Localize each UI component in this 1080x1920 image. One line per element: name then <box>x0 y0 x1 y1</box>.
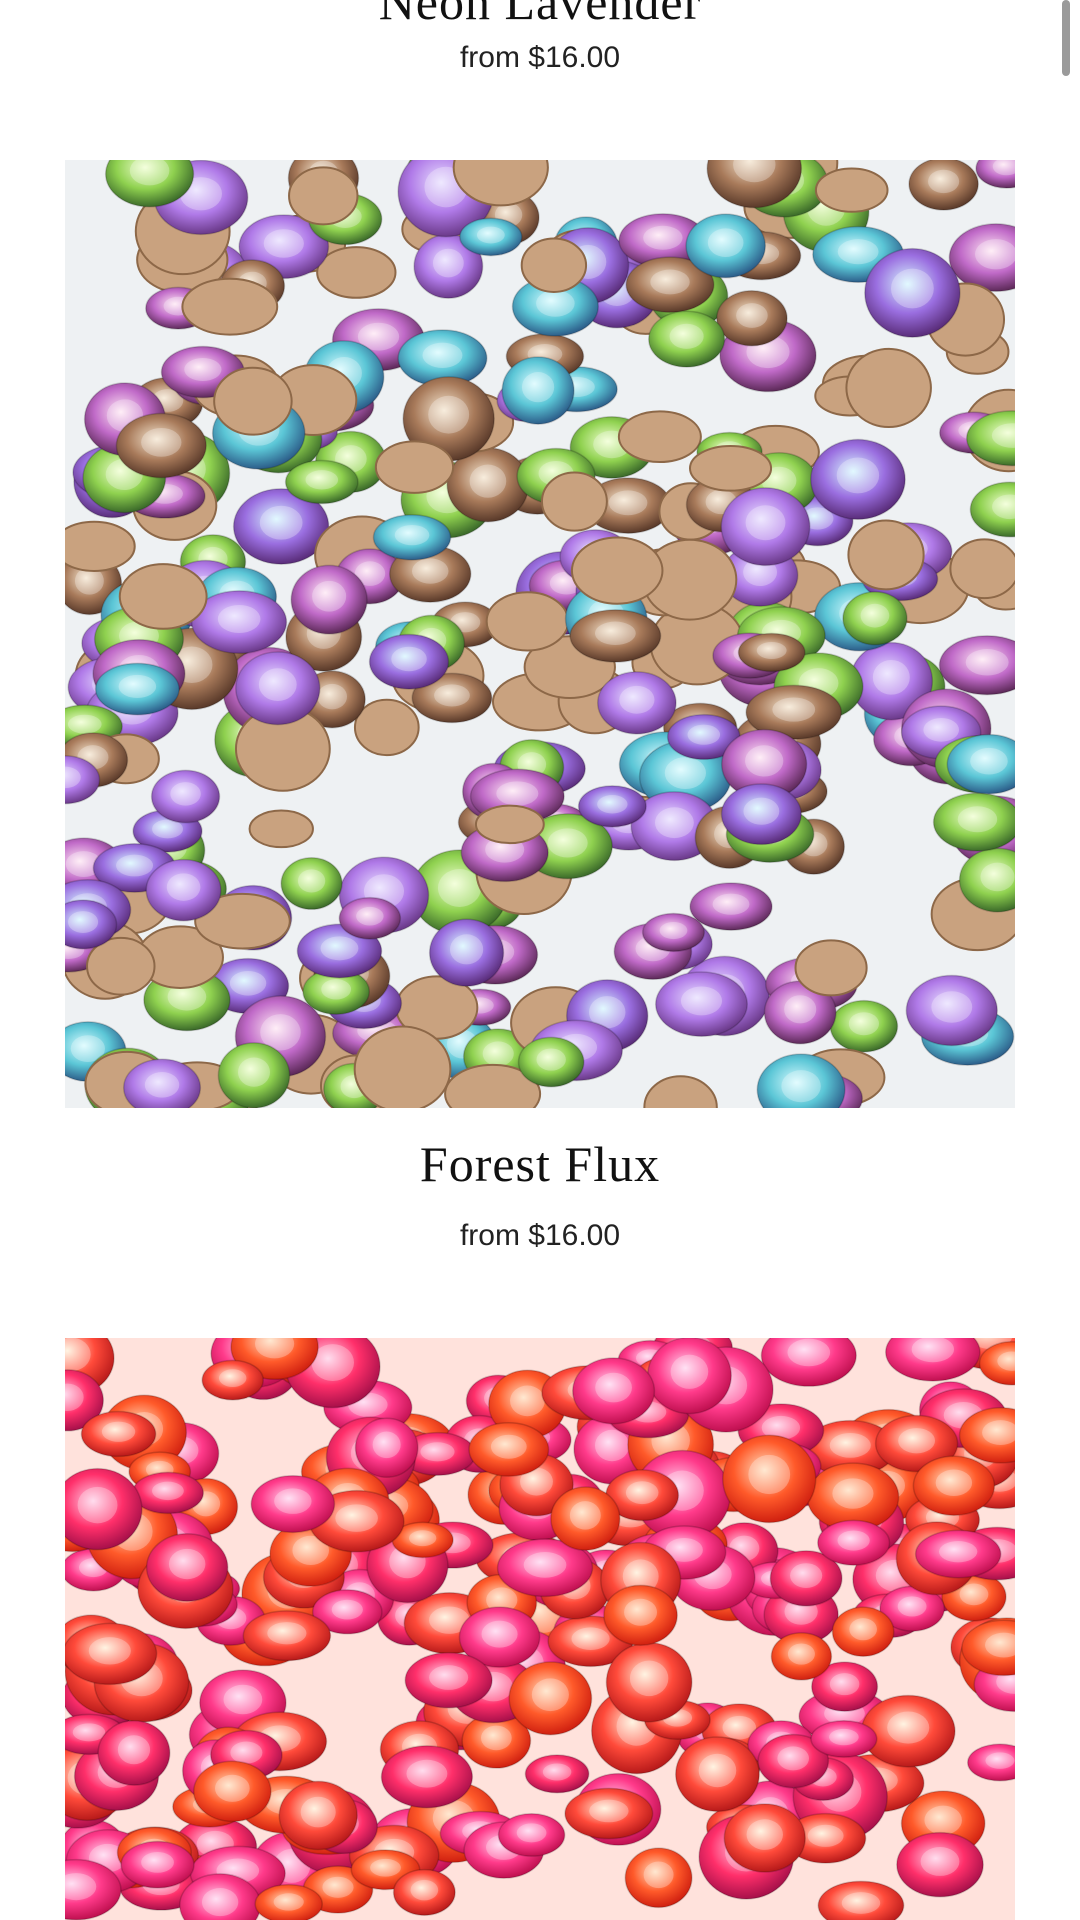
rhinestones-photo <box>65 160 1015 1108</box>
product-listing-page: Neon Lavender from $16.00 Forest Flux fr… <box>0 0 1080 1920</box>
scrollbar[interactable] <box>1062 0 1070 76</box>
product-card-forest-flux[interactable]: Forest Flux from $16.00 <box>0 1134 1080 1256</box>
rhinestones-photo <box>65 1338 1015 1920</box>
product-title[interactable]: Neon Lavender <box>0 0 1080 32</box>
product-price: from $16.00 <box>459 41 621 74</box>
product-title[interactable]: Forest Flux <box>0 1134 1080 1194</box>
product-price: from $16.00 <box>459 1219 621 1252</box>
product-image-neon-orange[interactable] <box>65 1338 1015 1920</box>
product-card-neon-lavender[interactable]: Neon Lavender from $16.00 <box>0 0 1080 78</box>
product-image-forest-flux[interactable] <box>65 160 1015 1108</box>
